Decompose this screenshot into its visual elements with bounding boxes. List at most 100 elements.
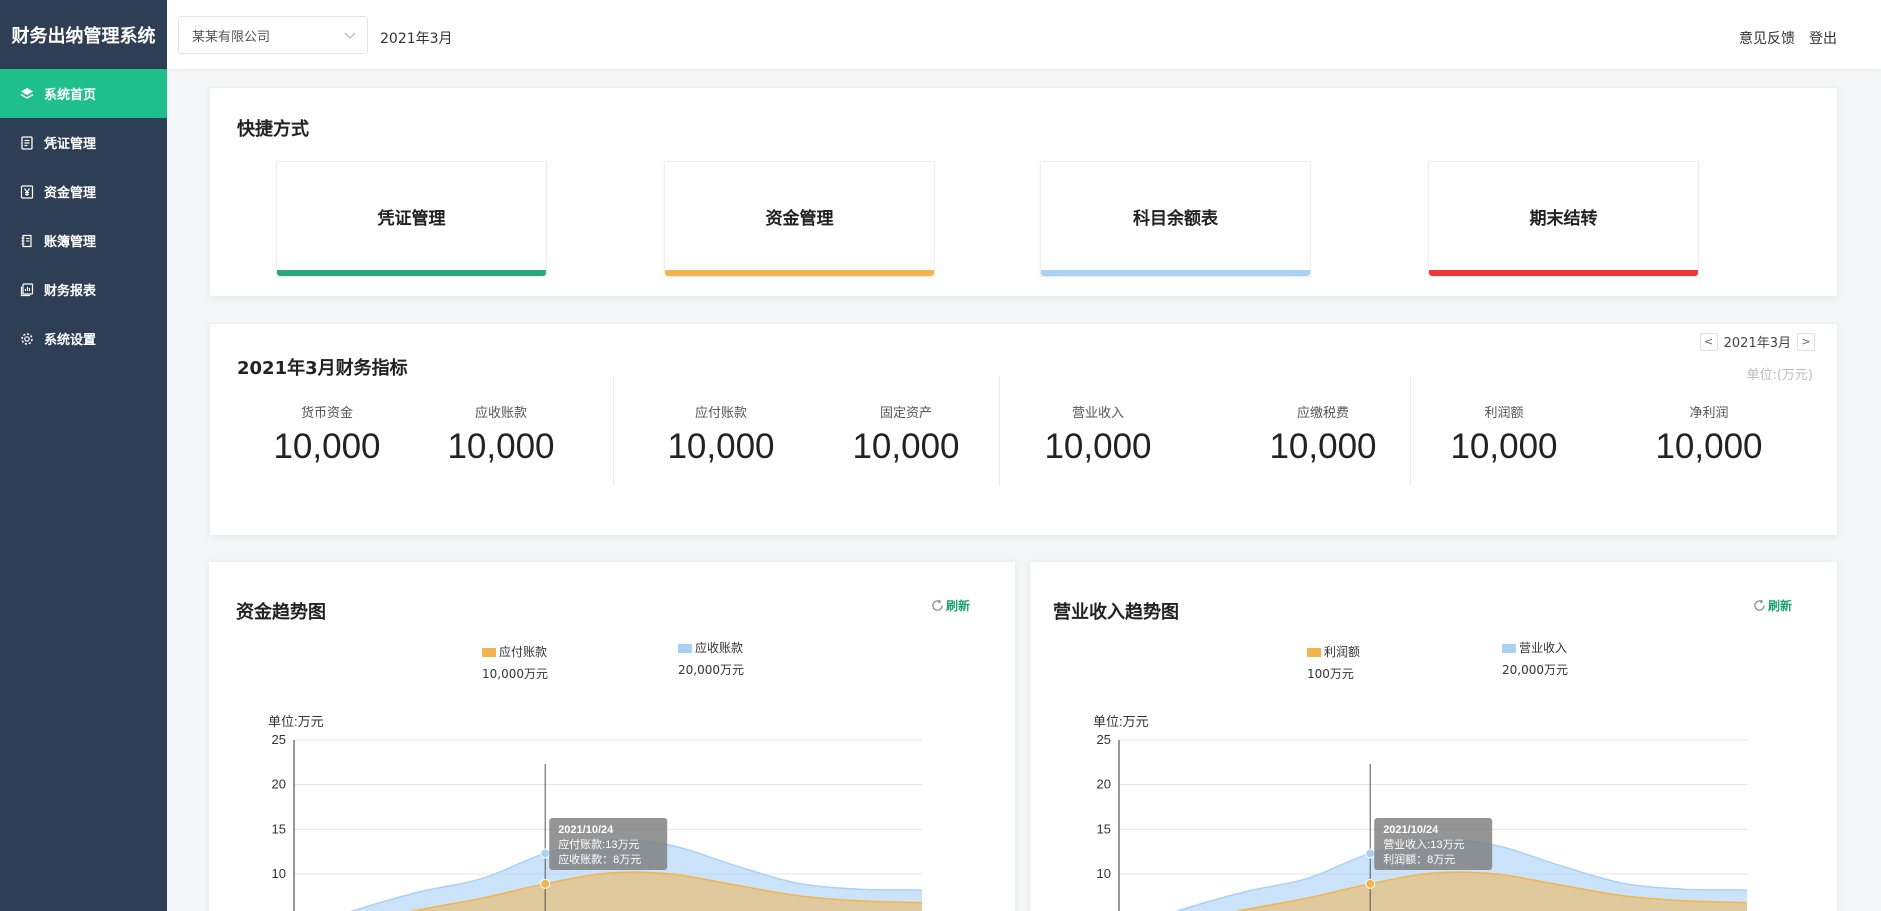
metric-value: 10,000 [852, 427, 960, 466]
sidebar-item-4[interactable]: 财务报表 [0, 265, 167, 314]
sidebar: 财务出纳管理系统 系统首页凭证管理资金管理账簿管理财务报表系统设置 [0, 0, 167, 911]
metric: 利润额 10,000 [1424, 402, 1584, 467]
revenue-trend-chart: 单位:万元 10 15 20 25 2021/10/24营业收入:13万元利润额：8万元 [1093, 714, 1748, 911]
metric: 净利润 10,000 [1629, 402, 1789, 467]
metric-label: 货币资金 [300, 406, 353, 421]
tooltip-text: 营业收入:13万元 [1383, 837, 1464, 851]
data-point[interactable] [540, 878, 551, 889]
sidebar-item-label: 账簿管理 [44, 235, 97, 250]
shortcut-card[interactable]: 期末结转 [1428, 161, 1699, 277]
company-select[interactable]: 某某有限公司 [178, 16, 368, 54]
ledger-icon [20, 234, 34, 248]
data-point[interactable] [1365, 848, 1376, 859]
metric: 应缴税费 10,000 [1243, 402, 1403, 467]
metric-value: 10,000 [1655, 427, 1763, 466]
feedback-link[interactable]: 意见反馈 [1739, 28, 1795, 48]
divider [1410, 376, 1411, 486]
next-period-button[interactable]: > [1797, 332, 1815, 351]
voucher-icon [20, 135, 34, 150]
divider [613, 376, 614, 486]
chart-tooltip: 2021/10/24应付账款:13万元应收账款：8万元 [549, 818, 668, 870]
shortcuts-card: 快捷方式 凭证管理 资金管理 科目余额表 期末结转 [209, 87, 1838, 297]
metric-label: 应付账款 [694, 406, 747, 421]
y-tick-label: 10 [272, 866, 286, 881]
shortcut-color-bar [1041, 270, 1310, 276]
sidebar-item-0[interactable]: 系统首页 [0, 69, 167, 118]
sidebar-item-1[interactable]: 凭证管理 [0, 118, 167, 167]
sidebar-item-label: 财务报表 [44, 284, 97, 299]
y-tick-label: 15 [272, 821, 286, 836]
revenue-trend-card: 营业收入趋势图 刷新 利润额 100万元 营业收入 20,000万元 单位:万元… [1029, 561, 1838, 911]
tooltip-text: 2021/10/24 [1383, 824, 1439, 836]
data-point[interactable] [540, 848, 551, 859]
indicators-period: 2021年3月 [1723, 336, 1791, 351]
shortcut-label: 期末结转 [1529, 209, 1598, 229]
shortcut-card[interactable]: 资金管理 [664, 161, 935, 277]
indicators-card: 2021年3月财务指标 < 2021年3月 > 单位:(万元) 货币资金 10,0… [209, 323, 1838, 536]
shortcut-label: 资金管理 [765, 209, 834, 229]
metric-value: 10,000 [273, 427, 381, 466]
metric-label: 应缴税费 [1296, 406, 1349, 421]
sidebar-item-label: 系统首页 [44, 88, 97, 103]
header-period: 2021年3月 [380, 31, 453, 47]
shortcut-card[interactable]: 凭证管理 [276, 161, 547, 277]
sidebar-item-5[interactable]: 系统设置 [0, 314, 167, 363]
metric-label: 利润额 [1484, 406, 1524, 421]
fund-trend-card: 资金趋势图 刷新 应付账款 10,000万元 应收账款 20,000万元 单位:… [208, 561, 1016, 911]
indicators-title: 2021年3月财务指标 [237, 358, 408, 379]
gear-icon [20, 332, 34, 346]
app-title: 财务出纳管理系统 [11, 25, 156, 47]
metric-value: 10,000 [447, 427, 555, 466]
report-icon [20, 282, 34, 297]
chevron-down-icon [344, 32, 356, 39]
metric-value: 10,000 [667, 427, 775, 466]
data-point[interactable] [1365, 878, 1376, 889]
yuan-icon [20, 184, 34, 199]
tooltip-text: 应付账款:13万元 [558, 837, 639, 851]
company-select-value: 某某有限公司 [192, 29, 271, 45]
shortcut-color-bar [665, 270, 934, 276]
y-tick-label: 20 [1097, 777, 1111, 792]
metric-label: 营业收入 [1071, 406, 1124, 421]
tooltip-text: 2021/10/24 [558, 824, 614, 836]
chart-tooltip: 2021/10/24营业收入:13万元利润额：8万元 [1374, 818, 1493, 870]
tooltip-text: 利润额：8万元 [1383, 852, 1455, 866]
metric-label: 净利润 [1689, 406, 1729, 421]
shortcut-label: 凭证管理 [377, 209, 446, 229]
metric-value: 10,000 [1450, 427, 1558, 466]
shortcut-label: 科目余额表 [1133, 209, 1218, 229]
sidebar-item-label: 资金管理 [44, 186, 97, 201]
metric-value: 10,000 [1269, 427, 1377, 466]
divider [999, 376, 1000, 486]
metric-value: 10,000 [1044, 427, 1152, 466]
sidebar-item-2[interactable]: 资金管理 [0, 167, 167, 216]
sidebar-item-label: 凭证管理 [44, 137, 97, 152]
prev-period-button[interactable]: < [1699, 332, 1718, 351]
y-tick-label: 10 [1097, 866, 1111, 881]
shortcut-color-bar [277, 270, 546, 276]
unit-note: 单位:(万元) [1746, 368, 1813, 383]
metric: 固定资产 10,000 [826, 402, 986, 467]
tooltip-text: 应收账款：8万元 [558, 852, 641, 866]
sidebar-item-3[interactable]: 账簿管理 [0, 216, 167, 265]
shortcut-color-bar [1429, 270, 1698, 276]
shortcuts-title: 快捷方式 [237, 119, 309, 140]
top-header: 某某有限公司 2021年3月 意见反馈 登出 [167, 0, 1881, 69]
metric: 应收账款 10,000 [421, 402, 581, 467]
metric: 应付账款 10,000 [641, 402, 801, 467]
logout-link[interactable]: 登出 [1809, 28, 1837, 48]
y-tick-label: 15 [1097, 821, 1111, 836]
y-tick-label: 20 [272, 777, 286, 792]
metric-label: 固定资产 [879, 406, 932, 421]
y-tick-label: 25 [272, 732, 286, 747]
metric: 货币资金 10,000 [247, 402, 407, 467]
shortcut-card[interactable]: 科目余额表 [1040, 161, 1311, 277]
y-tick-label: 25 [1097, 732, 1111, 747]
fund-trend-chart: 单位:万元 10 15 20 25 2021/10/24应付账款:13万元应收账款：8万元 [268, 714, 923, 911]
metric: 营业收入 10,000 [1018, 402, 1178, 467]
metric-label: 应收账款 [474, 406, 527, 421]
axis-title: 单位:万元 [268, 714, 324, 729]
sidebar-item-label: 系统设置 [44, 333, 97, 348]
axis-title: 单位:万元 [1093, 714, 1149, 729]
layers-icon [20, 87, 34, 101]
